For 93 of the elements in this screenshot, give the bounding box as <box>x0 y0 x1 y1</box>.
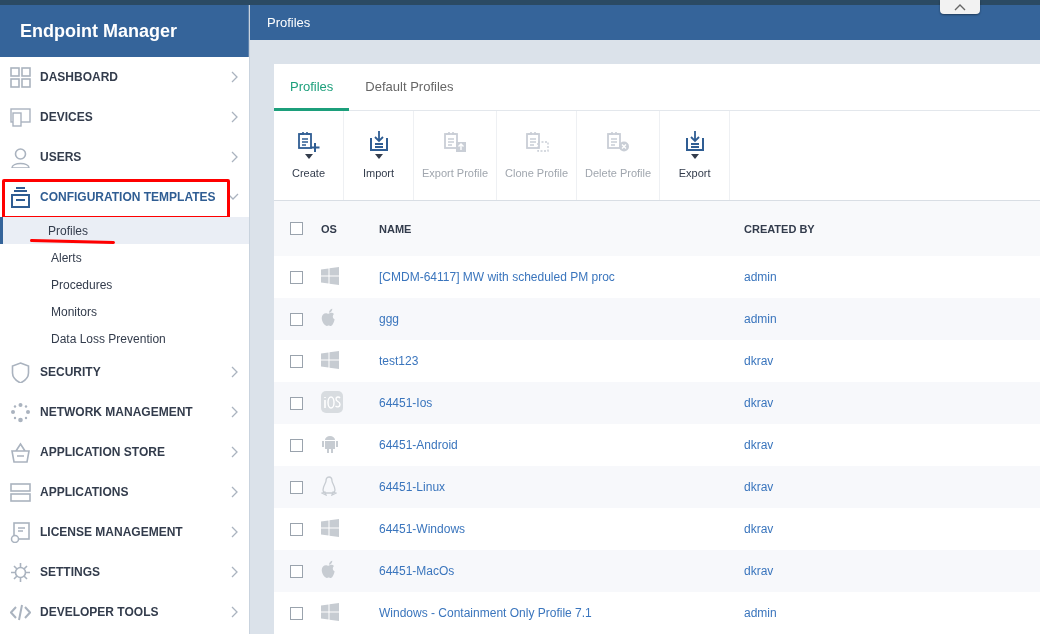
apple-logo-icon <box>321 560 337 579</box>
select-all-checkbox[interactable] <box>290 222 303 235</box>
sidebar-item[interactable]: DEVELOPER TOOLS <box>0 592 249 632</box>
clipboard-delete-icon <box>606 130 631 152</box>
creator-link[interactable]: dkrav <box>744 564 774 578</box>
sidebar-subitem[interactable]: Alerts <box>0 244 249 271</box>
sidebar-item[interactable]: APPLICATION STORE <box>0 432 249 472</box>
windows-logo-icon <box>321 266 339 285</box>
users-icon <box>10 146 31 168</box>
chevron-right-icon <box>231 566 239 578</box>
column-header: OS <box>321 222 337 235</box>
clipboard-upload-icon <box>443 130 467 152</box>
sidebar-item[interactable]: NETWORK MANAGEMENT <box>0 392 249 432</box>
profile-name-link[interactable]: ggg <box>379 312 400 326</box>
sidebar-subitem[interactable]: Profiles <box>0 217 249 244</box>
collapse-button[interactable] <box>940 0 980 14</box>
row-checkbox[interactable] <box>290 438 303 452</box>
creator-link[interactable]: dkrav <box>744 396 774 410</box>
chevron-down-icon <box>227 193 239 201</box>
sidebar-item[interactable]: APPLICATIONS <box>0 472 249 512</box>
chevron-right-icon <box>231 151 239 163</box>
applications-icon <box>10 481 31 503</box>
creator-link[interactable]: admin <box>744 606 777 620</box>
windows-logo-icon <box>321 518 339 537</box>
sidebar-subitem[interactable]: Data Loss Prevention <box>0 325 249 352</box>
tab[interactable]: Default Profiles <box>349 64 470 111</box>
windows-logo-icon <box>321 602 339 621</box>
apple-logo-icon <box>321 308 337 327</box>
tray-download-icon <box>367 130 390 152</box>
sidebar-item[interactable]: DASHBOARD <box>0 57 249 97</box>
creator-link[interactable]: dkrav <box>744 480 774 494</box>
row-checkbox[interactable] <box>290 522 303 536</box>
column-header: CREATED BY <box>744 222 815 235</box>
sidebar-subitem[interactable]: Procedures <box>0 271 249 298</box>
creator-link[interactable]: admin <box>744 270 777 284</box>
chevron-right-icon <box>231 366 239 378</box>
profile-name-link[interactable]: test123 <box>379 354 419 368</box>
dropdown-caret-icon <box>690 154 699 159</box>
profile-name-link[interactable]: Windows - Containment Only Profile 7.1 <box>379 606 592 620</box>
sidebar-item[interactable]: SECURITY <box>0 352 249 392</box>
chevron-up-icon <box>954 3 966 11</box>
creator-link[interactable]: admin <box>744 312 777 326</box>
sidebar-item[interactable]: SETTINGS <box>0 552 249 592</box>
network-icon <box>10 401 31 423</box>
row-checkbox[interactable] <box>290 606 303 620</box>
chevron-right-icon <box>231 606 239 618</box>
clipboard-copy-icon <box>524 130 549 152</box>
tab[interactable]: Profiles <box>274 64 350 111</box>
sidebar-item[interactable]: USERS <box>0 137 249 177</box>
tray-download-icon <box>683 130 706 152</box>
chevron-right-icon <box>231 526 239 538</box>
devices-icon <box>10 106 31 128</box>
row-checkbox[interactable] <box>290 312 303 326</box>
chevron-right-icon <box>231 406 239 418</box>
row-checkbox[interactable] <box>290 354 303 368</box>
security-icon <box>10 361 31 383</box>
settings-icon <box>10 561 31 583</box>
store-icon <box>10 441 31 463</box>
profile-name-link[interactable]: 64451-Android <box>379 438 458 452</box>
chevron-right-icon <box>231 446 239 458</box>
creator-link[interactable]: dkrav <box>744 522 774 536</box>
row-checkbox[interactable] <box>290 270 303 284</box>
profile-name-link[interactable]: 64451-Windows <box>379 522 466 536</box>
profile-name-link[interactable]: 64451-Linux <box>379 480 446 494</box>
dropdown-caret-icon <box>374 154 383 159</box>
clipboard-plus-icon <box>296 130 321 152</box>
profile-name-link[interactable]: [CMDM-64117] MW with scheduled PM proc <box>379 270 615 284</box>
chevron-right-icon <box>231 111 239 123</box>
dropdown-caret-icon <box>304 154 313 159</box>
row-checkbox[interactable] <box>290 396 303 410</box>
profile-name-link[interactable]: 64451-MacOs <box>379 564 455 578</box>
sidebar-subitem[interactable]: Monitors <box>0 298 249 325</box>
android-logo-icon <box>321 433 339 454</box>
chevron-right-icon <box>231 486 239 498</box>
toolbar-button[interactable]: Import <box>344 111 414 200</box>
templates-icon <box>10 186 31 208</box>
creator-link[interactable]: dkrav <box>744 438 774 452</box>
row-checkbox[interactable] <box>290 480 303 494</box>
profile-name-link[interactable]: 64451-Ios <box>379 396 433 410</box>
page-title: Profiles <box>267 15 311 30</box>
creator-link[interactable]: dkrav <box>744 354 774 368</box>
chevron-right-icon <box>231 71 239 83</box>
dashboard-icon <box>10 66 31 88</box>
sidebar-item[interactable]: DEVICES <box>0 97 249 137</box>
row-checkbox[interactable] <box>290 564 303 578</box>
toolbar-button[interactable]: Create <box>274 111 344 200</box>
sidebar-item[interactable]: LICENSE MANAGEMENT <box>0 512 249 552</box>
windows-logo-icon <box>321 350 339 369</box>
license-icon <box>10 521 31 543</box>
toolbar-button[interactable]: Export <box>660 111 731 200</box>
app-title: Endpoint Manager <box>0 5 249 57</box>
column-header: NAME <box>379 222 412 235</box>
linux-penguin-icon <box>321 475 337 496</box>
